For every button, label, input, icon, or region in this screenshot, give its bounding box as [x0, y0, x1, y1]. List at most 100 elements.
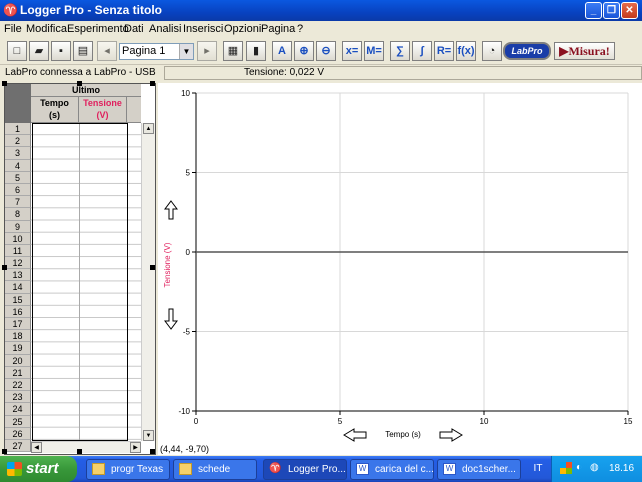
scroll-up-arrow-icon[interactable]: [164, 200, 178, 220]
row-number: 3: [5, 147, 31, 160]
table-corner: [5, 84, 31, 123]
scroll-right-arrow-icon[interactable]: [439, 428, 463, 442]
menu-opzioni[interactable]: Opzioni: [224, 23, 261, 35]
y-tick-label: 0: [186, 248, 191, 257]
scroll-left-icon[interactable]: ◀: [31, 442, 42, 453]
resize-handle[interactable]: [2, 265, 7, 270]
row-number: 4: [5, 159, 31, 172]
menu-pagina[interactable]: Pagina: [261, 23, 295, 35]
column-unit: (V): [96, 110, 109, 120]
volume-icon[interactable]: ◍: [590, 462, 602, 474]
resize-handle[interactable]: [150, 265, 155, 270]
language-indicator[interactable]: IT: [525, 456, 551, 482]
dataset-name[interactable]: Ultimo: [31, 84, 141, 97]
horizontal-scrollbar[interactable]: ◀ ▶: [31, 441, 141, 453]
resize-handle[interactable]: [2, 449, 7, 454]
statistics-icon[interactable]: ∑: [390, 41, 410, 61]
open-folder-icon[interactable]: ▰: [29, 41, 49, 61]
graph[interactable]: 0 5 10 15 10 5 0 -5 -10 Tensione (V) Tempo (s): [158, 83, 642, 443]
x-tick-label: 10: [480, 417, 489, 426]
scroll-up-icon[interactable]: ▲: [143, 123, 154, 134]
next-page-icon[interactable]: ▸: [197, 41, 217, 61]
row-numbers: 1 2 3 4 5 6 7 8 9 10 11 12 13 14 15 16 17 18 19 20 21 22 23 24 2…: [5, 123, 31, 453]
gridlines: [192, 92, 629, 415]
new-file-icon[interactable]: □: [7, 41, 27, 61]
menu-bar: File Modifica Esperimento Dati Analisi I…: [0, 21, 642, 38]
curve-fit-icon[interactable]: f(x): [456, 41, 476, 61]
autoscale-icon[interactable]: A: [272, 41, 292, 61]
row-number: 27: [5, 439, 31, 453]
zoom-out-icon[interactable]: ⊖: [316, 41, 336, 61]
menu-file[interactable]: File: [4, 23, 22, 35]
menu-esperimento[interactable]: Esperimento: [67, 23, 129, 35]
task-label: schede: [198, 464, 231, 475]
collect-button[interactable]: ▶Misura!: [554, 42, 615, 60]
y-axis-title: Tensione (V): [163, 242, 172, 287]
tangent-icon[interactable]: M=: [364, 41, 384, 61]
menu-inserisci[interactable]: Inserisci: [183, 23, 223, 35]
minimize-button[interactable]: _: [585, 2, 602, 19]
page-select[interactable]: Pagina 1 ▼: [119, 43, 194, 60]
scroll-down-icon[interactable]: ▼: [143, 430, 154, 441]
data-table[interactable]: Ultimo Tempo (s) Tensione (V) 1234567891…: [2, 81, 156, 455]
row-number: 24: [5, 403, 31, 416]
task-label: Logger Pro...: [288, 464, 346, 475]
examine-icon[interactable]: x=: [342, 41, 362, 61]
task-schede[interactable]: schede: [173, 459, 257, 480]
row-number: 8: [5, 208, 31, 221]
scroll-right-icon[interactable]: ▶: [130, 442, 141, 453]
tick-labels: 0 5 10 15 10 5 0 -5 -10: [178, 89, 633, 426]
system-tray: ◐ ◍ 18.16: [551, 456, 642, 482]
resize-handle[interactable]: [2, 81, 7, 86]
labpro-button[interactable]: LabPro: [503, 42, 551, 60]
graph-panel[interactable]: 0 5 10 15 10 5 0 -5 -10 Tensione (V) Tempo (s): [158, 83, 642, 455]
menu-analisi[interactable]: Analisi: [149, 23, 181, 35]
column-header-time[interactable]: Tempo (s): [31, 97, 79, 123]
y-tick-label: -5: [183, 328, 191, 337]
task-logger-pro[interactable]: ♈ Logger Pro...: [263, 459, 347, 480]
vertical-scrollbar[interactable]: ▲ ▼: [141, 123, 155, 441]
word-icon: W: [443, 463, 456, 475]
resize-handle[interactable]: [150, 449, 155, 454]
table-cells[interactable]: [31, 123, 141, 441]
start-label: start: [26, 460, 59, 477]
table-view-icon[interactable]: ▦: [223, 41, 243, 61]
task-carica[interactable]: W carica del c...: [350, 459, 434, 480]
column-header-voltage[interactable]: Tensione (V): [79, 97, 127, 123]
row-number: 6: [5, 183, 31, 197]
task-label: doc1scher...: [462, 464, 516, 475]
row-number: 1: [5, 123, 31, 136]
linear-fit-icon[interactable]: R=: [434, 41, 454, 61]
meter-box: [164, 66, 642, 80]
menu-modifica[interactable]: Modifica: [26, 23, 67, 35]
scroll-left-arrow-icon[interactable]: [343, 428, 367, 442]
stopwatch-icon[interactable]: ◔: [482, 41, 502, 61]
resize-handle[interactable]: [150, 81, 155, 86]
start-button[interactable]: start: [0, 456, 77, 482]
row-number: 25: [5, 415, 31, 428]
task-progr-texas[interactable]: progr Texas: [86, 459, 170, 480]
save-icon[interactable]: ▪: [51, 41, 71, 61]
close-button[interactable]: ✕: [621, 2, 638, 19]
meter-view-icon[interactable]: ▮: [246, 41, 266, 61]
print-icon[interactable]: ▤: [73, 41, 93, 61]
taskbar: start progr Texas schede ♈ Logger Pro...…: [0, 456, 642, 482]
row-number: 5: [5, 171, 31, 184]
menu-dati[interactable]: Dati: [124, 23, 144, 35]
menu-help[interactable]: ?: [297, 23, 303, 35]
windows-flag-icon[interactable]: [560, 462, 572, 474]
task-doc1[interactable]: W doc1scher...: [437, 459, 521, 480]
row-number: 22: [5, 378, 31, 392]
page-select-value: Pagina 1: [122, 45, 166, 57]
previous-page-icon[interactable]: ◂: [97, 41, 117, 61]
network-icon[interactable]: ◐: [576, 462, 588, 474]
row-number: 19: [5, 342, 31, 355]
maximize-button[interactable]: ❐: [603, 2, 620, 19]
scroll-down-arrow-icon[interactable]: [164, 308, 178, 330]
zoom-in-icon[interactable]: ⊕: [294, 41, 314, 61]
resize-handle[interactable]: [77, 449, 82, 454]
row-number: 18: [5, 330, 31, 343]
resize-handle[interactable]: [77, 81, 82, 86]
folder-icon: [179, 463, 192, 475]
integral-icon[interactable]: ∫: [412, 41, 432, 61]
